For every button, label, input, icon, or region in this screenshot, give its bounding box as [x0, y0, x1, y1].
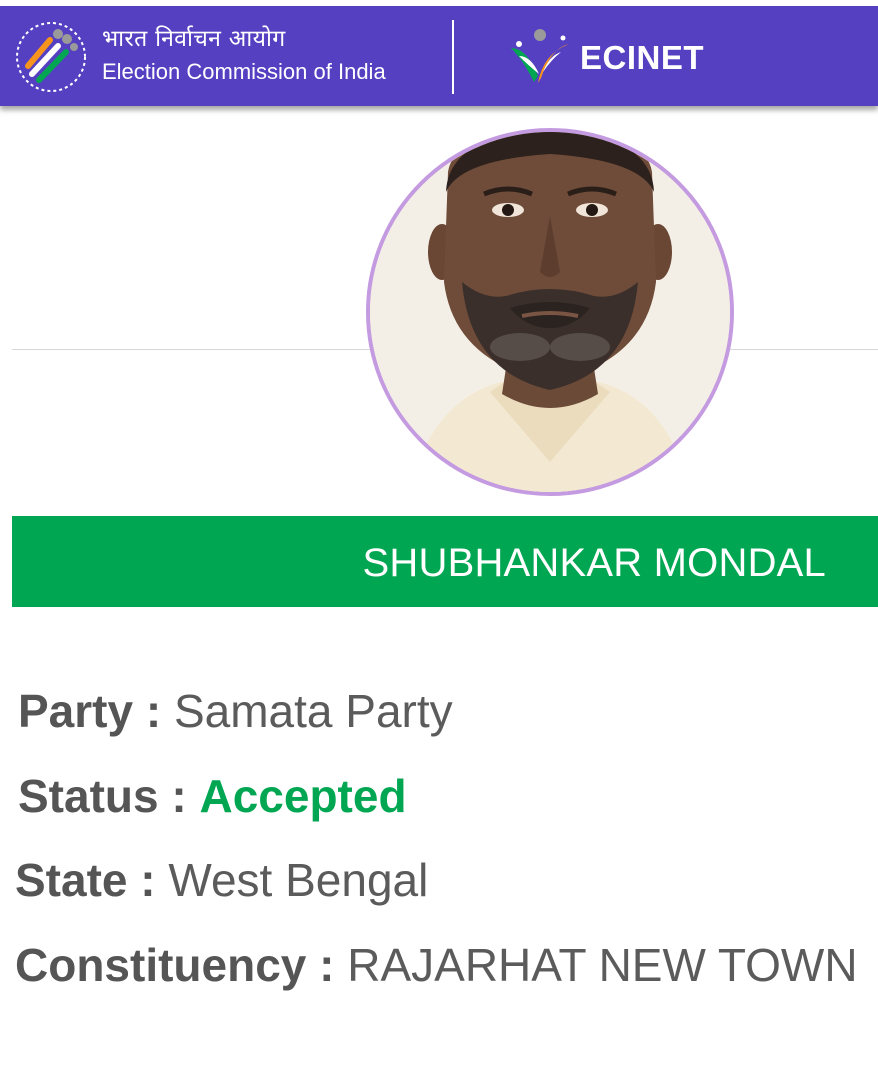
eci-title-hindi: भारत निर्वाचन आयोग — [102, 26, 286, 52]
portrait-image — [370, 132, 730, 492]
ecinet-label: ECINET — [580, 39, 705, 76]
ecinet-logo-icon — [511, 29, 569, 83]
constituency-label: Constituency : — [15, 939, 335, 991]
state-value: West Bengal — [168, 854, 429, 906]
status-row: Status : Accepted — [18, 768, 407, 824]
state-label: State : — [15, 854, 156, 906]
header-divider — [452, 20, 454, 94]
app-header: भारत निर्वाचन आयोग Election Commission o… — [0, 6, 878, 106]
candidate-name: SHUBHANKAR MONDAL — [362, 541, 826, 585]
eci-title-english: Election Commission of India — [102, 59, 386, 84]
status-label: Status : — [18, 770, 187, 822]
party-value: Samata Party — [173, 685, 453, 737]
eci-logo-icon — [16, 22, 86, 92]
candidate-page: भारत निर्वाचन आयोग Election Commission o… — [0, 0, 878, 1090]
party-label: Party : — [18, 685, 162, 737]
candidate-name-banner: SHUBHANKAR MONDAL — [12, 516, 878, 607]
status-value: Accepted — [199, 770, 407, 822]
constituency-value: RAJARHAT NEW TOWN — [347, 939, 858, 991]
party-row: Party : Samata Party — [18, 683, 453, 739]
eci-title: भारत निर्वाचन आयोग Election Commission o… — [102, 24, 386, 87]
constituency-row: Constituency : RAJARHAT NEW TOWN — [15, 937, 858, 993]
state-row: State : West Bengal — [15, 852, 428, 908]
candidate-photo — [366, 128, 734, 496]
